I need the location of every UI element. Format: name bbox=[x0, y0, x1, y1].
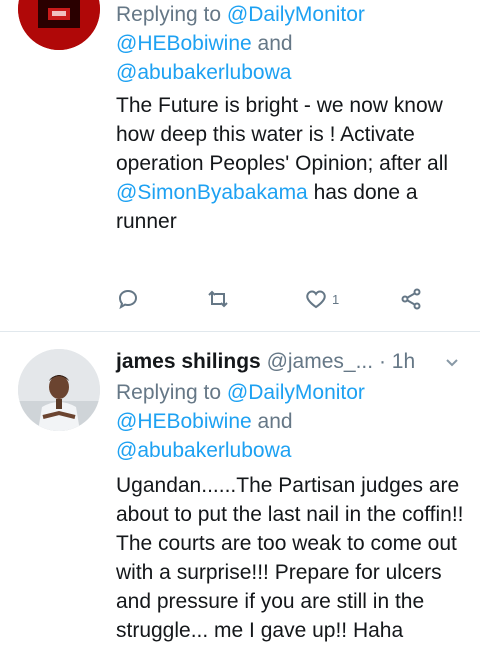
mention-link[interactable]: @HEBobiwine bbox=[116, 410, 252, 433]
share-icon bbox=[401, 288, 421, 310]
replying-label: Replying to bbox=[116, 3, 227, 26]
mention-link[interactable]: @abubakerlubowa bbox=[116, 61, 291, 84]
like-count: 1 bbox=[332, 291, 340, 307]
mention-link[interactable]: @DailyMonitor bbox=[227, 381, 365, 404]
action-bar: 1 bbox=[116, 284, 446, 314]
user-handle[interactable]: @james_... bbox=[267, 350, 374, 373]
reply-icon bbox=[118, 289, 138, 310]
more-options-button[interactable] bbox=[444, 346, 460, 378]
share-button[interactable] bbox=[399, 284, 423, 314]
mention-link[interactable]: @HEBobiwine bbox=[116, 32, 252, 55]
timestamp[interactable]: 1h bbox=[392, 350, 415, 373]
reply-context: Replying to @DailyMonitor @HEBobiwine an… bbox=[116, 378, 466, 465]
like-icon bbox=[306, 290, 326, 309]
mention-link[interactable]: @abubakerlubowa bbox=[116, 439, 291, 462]
and-label: and bbox=[251, 32, 293, 55]
avatar[interactable] bbox=[18, 349, 100, 431]
mention-link[interactable]: @SimonByabakama bbox=[116, 181, 308, 204]
like-button[interactable]: 1 bbox=[304, 284, 339, 314]
display-name[interactable]: james shilings bbox=[116, 350, 261, 373]
reply-button[interactable] bbox=[116, 284, 140, 314]
and-label: and bbox=[251, 410, 293, 433]
reply-context: Replying to @DailyMonitor @HEBobiwine an… bbox=[116, 0, 466, 87]
tweet-text: Ugandan......The Partisan judges are abo… bbox=[116, 474, 464, 642]
tweet-2[interactable]: james shilings @james_... · 1h Replying … bbox=[0, 332, 480, 669]
replying-label: Replying to bbox=[116, 381, 227, 404]
mention-link[interactable]: @DailyMonitor bbox=[227, 3, 365, 26]
tweet-text-part: The Future is bright - we now know how d… bbox=[116, 94, 449, 175]
tweet-text: The Future is bright - we now know how d… bbox=[116, 91, 466, 236]
retweet-icon bbox=[208, 290, 228, 308]
retweet-button[interactable] bbox=[206, 284, 230, 314]
caret-down-icon bbox=[446, 359, 458, 367]
tweet-1[interactable]: Replying to @DailyMonitor @HEBobiwine an… bbox=[0, 0, 480, 331]
tweet-header: james shilings @james_... · 1h bbox=[116, 346, 466, 378]
avatar[interactable] bbox=[18, 0, 100, 50]
separator-dot: · bbox=[373, 350, 392, 373]
